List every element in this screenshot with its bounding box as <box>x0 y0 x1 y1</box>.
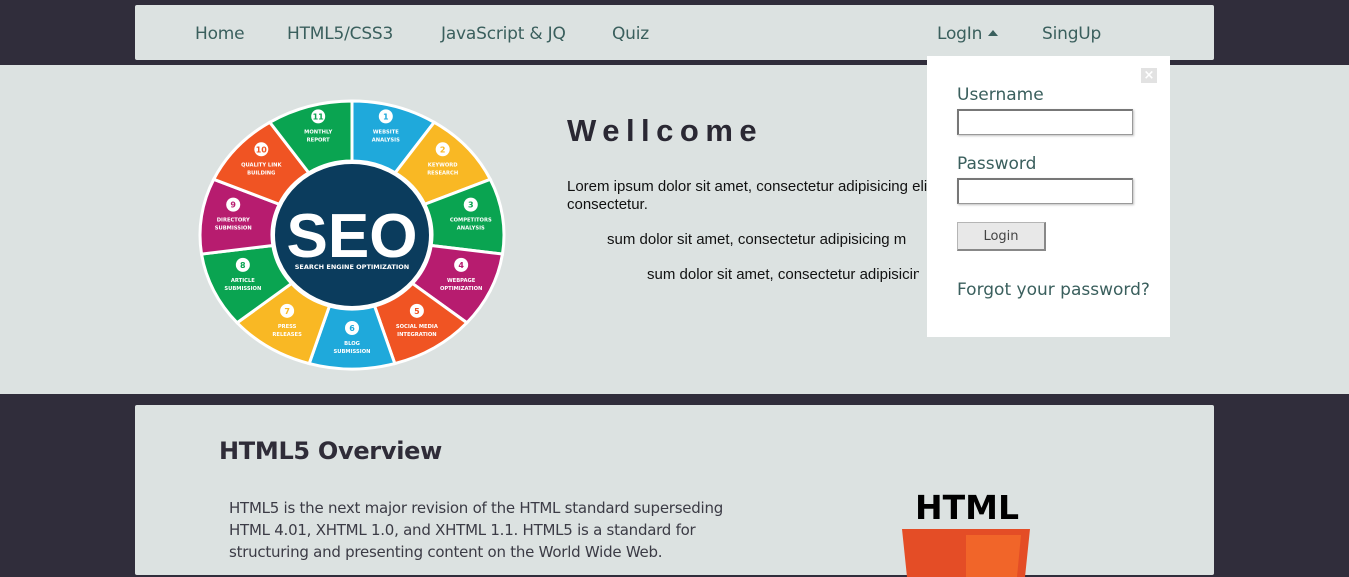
seo-segment-number: 8 <box>240 261 246 270</box>
seo-segment-label: BUILDING <box>247 170 275 176</box>
seo-segment-label: KEYWORD <box>428 162 458 168</box>
seo-segment-label: COMPETITORS <box>450 218 492 224</box>
seo-segment-label: OPTIMIZATION <box>440 286 482 292</box>
login-dropdown-panel: × Username Password Login Forgot your pa… <box>927 56 1170 337</box>
forgot-password-link[interactable]: Forgot your password? <box>957 280 1150 300</box>
top-navbar: Home HTML5/CSS3 JavaScript & JQ Quiz Log… <box>135 5 1214 60</box>
seo-wheel-image: 1 WEBSITE ANALYSIS 2 KEYWORD RESEARCH 3 COMPETI… <box>198 99 506 371</box>
html5-shield-highlight <box>966 535 1021 577</box>
seo-segment-number: 10 <box>256 145 268 154</box>
seo-segment-number: 5 <box>414 307 420 316</box>
username-input[interactable] <box>957 109 1133 135</box>
html5-logo-icon: HTML <box>902 488 1030 577</box>
password-input[interactable] <box>957 178 1133 204</box>
seo-segment-label: WEBPAGE <box>447 278 476 284</box>
nav-javascript-jq-link[interactable]: JavaScript & JQ <box>441 5 566 60</box>
seo-segment-label: RELEASES <box>272 332 302 338</box>
seo-segment-label: SUBMISSION <box>224 286 261 292</box>
seo-segment-label: SUBMISSION <box>334 349 371 355</box>
section-title: HTML5 Overview <box>219 437 442 465</box>
seo-segment-label: RESEARCH <box>427 170 458 176</box>
seo-segment-label: WEBSITE <box>373 129 399 135</box>
caret-up-icon <box>988 30 999 36</box>
seo-segment-label: PRESS <box>278 324 297 330</box>
seo-segment-number: 6 <box>349 324 355 333</box>
seo-segment-label: INTEGRATION <box>397 332 436 338</box>
nav-login-dropdown[interactable]: LogIn <box>937 5 999 60</box>
close-icon[interactable]: × <box>1141 68 1157 83</box>
seo-segment-number: 4 <box>458 261 464 270</box>
seo-segment-label: BLOG <box>344 341 360 347</box>
seo-segment-number: 2 <box>440 145 446 154</box>
nav-quiz-link[interactable]: Quiz <box>612 5 649 60</box>
hero-paragraph-1-cont: consectetur. <box>567 196 648 213</box>
seo-segment-label: SUBMISSION <box>215 226 252 232</box>
seo-segment-label: REPORT <box>307 137 331 143</box>
seo-center-subtitle: SEARCH ENGINE OPTIMIZATION <box>295 263 410 271</box>
seo-segment-number: 1 <box>383 112 389 121</box>
nav-signup-link[interactable]: SingUp <box>1042 5 1101 60</box>
seo-segment-label: QUALITY LINK <box>241 162 282 168</box>
seo-segment-number: 9 <box>230 201 236 210</box>
seo-segment-number: 3 <box>468 201 474 210</box>
seo-segment-label: ANALYSIS <box>372 137 400 143</box>
seo-segment-number: 7 <box>284 307 290 316</box>
section-body-text: HTML5 is the next major revision of the … <box>229 499 723 561</box>
seo-segment-label: MONTHLY <box>304 129 332 135</box>
hero-paragraph-2: sum dolor sit amet, consectetur adipisic… <box>607 231 907 248</box>
password-label: Password <box>957 154 1037 174</box>
seo-segment-label: ARTICLE <box>231 278 255 284</box>
nav-html5-css3-link[interactable]: HTML5/CSS3 <box>287 5 393 60</box>
seo-center-title: SEO <box>287 202 418 271</box>
username-label: Username <box>957 85 1044 105</box>
html5-overview-card: HTML5 Overview HTML5 is the next major r… <box>135 405 1214 577</box>
seo-segment-label: ANALYSIS <box>457 226 485 232</box>
hero-paragraph-3: sum dolor sit amet, consectetur adipisic… <box>647 266 919 283</box>
seo-segment-label: DIRECTORY <box>217 218 250 224</box>
html5-logo-text: HTML <box>915 488 1019 527</box>
hero-paragraph-1: Lorem ipsum dolor sit amet, consectetur … <box>567 178 927 195</box>
seo-segment-number: 11 <box>313 112 325 121</box>
nav-login-label: LogIn <box>937 24 983 44</box>
login-button[interactable]: Login <box>957 222 1046 251</box>
welcome-heading: Wellcome <box>567 113 764 148</box>
nav-home-link[interactable]: Home <box>195 5 245 60</box>
seo-segment-label: SOCIAL MEDIA <box>396 324 438 330</box>
